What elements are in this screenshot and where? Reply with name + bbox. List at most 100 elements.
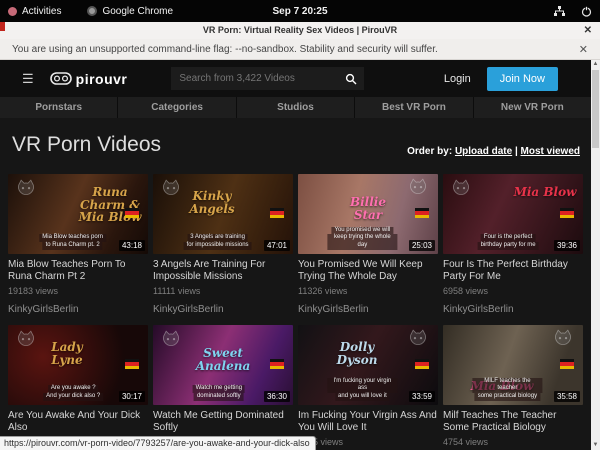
video-title-link[interactable]: Mia Blow Teaches Porn To Runa Charm Pt 2: [8, 259, 148, 282]
system-top-bar: Activities Google Chrome Sep 7 20:25: [0, 0, 600, 22]
caption-line-2: some practical biology: [475, 393, 540, 401]
red-corner-artifact: [0, 22, 5, 31]
activities-button[interactable]: Activities: [8, 6, 61, 17]
scroll-down-icon[interactable]: ▼: [591, 441, 600, 450]
caption-line-1: Are you awake ?: [48, 385, 99, 393]
window-close-icon[interactable]: ✕: [584, 22, 592, 39]
german-flag-icon: [560, 359, 574, 369]
nav-item-studios[interactable]: Studios: [237, 97, 354, 118]
video-views: 11111 views: [153, 286, 293, 296]
infobar-close-icon[interactable]: ✕: [579, 43, 588, 56]
german-flag-icon: [125, 359, 139, 369]
site-logo[interactable]: pirouvr: [50, 71, 128, 87]
video-title-link[interactable]: You Promised We Will Keep Trying The Who…: [298, 259, 438, 282]
caption-line-2: birthday party for me: [478, 242, 539, 250]
german-flag-icon: [560, 208, 574, 218]
infobar-message: You are using an unsupported command-lin…: [12, 44, 438, 55]
caption-line-2: to Runa Charm pt. 2: [43, 242, 103, 250]
video-thumbnail[interactable]: Dolly Dyson I'm fucking your virgin ass …: [298, 325, 438, 405]
duration-badge: 30:17: [119, 391, 145, 402]
order-separator: |: [512, 146, 520, 157]
unsupported-flag-infobar: You are using an unsupported command-lin…: [0, 39, 600, 60]
video-channel-link[interactable]: KinkyGirlsBerlin: [298, 304, 438, 315]
app-menu-button[interactable]: Google Chrome: [87, 6, 173, 17]
video-card[interactable]: Mia Blow Four is the perfect birthday pa…: [443, 174, 583, 315]
video-title-link[interactable]: Four Is The Perfect Birthday Party For M…: [443, 259, 583, 282]
video-card[interactable]: Billie Star You promised we will keep tr…: [298, 174, 438, 315]
thumbnail-overlay-name: Runa Charm & Mia Blow: [77, 186, 143, 224]
video-channel-link[interactable]: KinkyGirlsBerlin: [443, 304, 583, 315]
network-icon[interactable]: [554, 6, 565, 17]
browser-viewport: ☰ pirouvr Login Join Now Pornstars Categ…: [0, 60, 600, 450]
video-thumbnail[interactable]: Mia Blow MILF teaches the teacher some p…: [443, 325, 583, 405]
thumbnail-overlay-name: Mia Blow: [512, 186, 578, 199]
search-input[interactable]: [171, 67, 337, 90]
video-thumbnail[interactable]: Mia Blow Four is the perfect birthday pa…: [443, 174, 583, 254]
duration-badge: 43:18: [119, 240, 145, 251]
duration-badge: 33:59: [409, 391, 435, 402]
page-head: VR Porn Videos Order by: Upload date | M…: [0, 118, 600, 157]
page-title: VR Porn Videos: [12, 133, 161, 157]
search-bar: [171, 67, 364, 90]
login-link[interactable]: Login: [444, 73, 471, 85]
video-thumbnail[interactable]: Lady Lyne Are you awake ? And your dick …: [8, 325, 148, 405]
cat-mask-icon: [451, 179, 471, 196]
power-icon[interactable]: [581, 6, 592, 17]
video-card[interactable]: Kinky Angels 3 Angels are training for i…: [153, 174, 293, 315]
vr-goggles-icon: [50, 72, 72, 85]
thumbnail-overlay-name: Sweet Analena: [190, 347, 256, 372]
scrollbar[interactable]: ▲ ▼: [591, 60, 600, 450]
nav-item-best-vr[interactable]: Best VR Porn: [355, 97, 472, 118]
caption-line-1: I'm fucking your virgin ass: [327, 378, 397, 394]
caption-line-1: Watch me getting: [193, 385, 245, 393]
order-most-viewed-link[interactable]: Most viewed: [521, 146, 580, 157]
thumbnail-caption: Mia Blow teaches porn to Runa Charm pt. …: [39, 234, 106, 250]
duration-badge: 35:58: [554, 391, 580, 402]
scrollbar-thumb[interactable]: [592, 70, 599, 148]
join-now-button[interactable]: Join Now: [487, 67, 558, 91]
thumbnail-caption: You promised we will keep trying the who…: [327, 227, 397, 250]
order-by: Order by: Upload date | Most viewed: [407, 146, 580, 157]
search-button[interactable]: [337, 67, 364, 90]
video-views: 19183 views: [8, 286, 148, 296]
video-title-link[interactable]: Are You Awake And Your Dick Also: [8, 410, 148, 433]
video-card[interactable]: Mia Blow MILF teaches the teacher some p…: [443, 325, 583, 450]
duration-badge: 47:01: [264, 240, 290, 251]
caption-line-1: Mia Blow teaches porn: [39, 234, 106, 242]
video-views: 8795 views: [298, 437, 438, 447]
video-title-link[interactable]: Watch Me Getting Dominated Softly: [153, 410, 293, 433]
cat-mask-icon: [161, 330, 181, 347]
video-channel-link[interactable]: KinkyGirlsBerlin: [153, 304, 293, 315]
video-card[interactable]: Lady Lyne Are you awake ? And your dick …: [8, 325, 148, 450]
german-flag-icon: [415, 208, 429, 218]
search-icon: [345, 73, 357, 85]
video-title-link[interactable]: Milf Teaches The Teacher Some Practical …: [443, 410, 583, 433]
nav-item-new-vr[interactable]: New VR Porn: [474, 97, 591, 118]
thumbnail-caption: MILF teaches the teacher some practical …: [472, 378, 542, 401]
clock[interactable]: Sep 7 20:25: [272, 6, 327, 17]
nav-item-pornstars[interactable]: Pornstars: [0, 97, 117, 118]
video-card[interactable]: Runa Charm & Mia Blow Mia Blow teaches p…: [8, 174, 148, 315]
video-thumbnail[interactable]: Kinky Angels 3 Angels are training for i…: [153, 174, 293, 254]
order-upload-date-link[interactable]: Upload date: [455, 146, 512, 157]
hamburger-icon[interactable]: ☰: [22, 71, 34, 87]
thumbnail-caption: I'm fucking your virgin ass and you will…: [327, 378, 397, 401]
nav-item-categories[interactable]: Categories: [118, 97, 235, 118]
chrome-icon: [87, 6, 97, 16]
caption-line-1: MILF teaches the teacher: [472, 378, 542, 394]
video-thumbnail[interactable]: Sweet Analena Watch me getting dominated…: [153, 325, 293, 405]
caption-line-2: and you will love it: [335, 393, 390, 401]
thumbnail-overlay-name: Kinky Angels: [179, 190, 245, 215]
video-card[interactable]: Dolly Dyson I'm fucking your virgin ass …: [298, 325, 438, 450]
video-channel-link[interactable]: KinkyGirlsBerlin: [8, 304, 148, 315]
video-title-link[interactable]: Im Fucking Your Virgin Ass And You Will …: [298, 410, 438, 433]
video-card[interactable]: Sweet Analena Watch me getting dominated…: [153, 325, 293, 450]
video-thumbnail[interactable]: Runa Charm & Mia Blow Mia Blow teaches p…: [8, 174, 148, 254]
app-menu-label: Google Chrome: [102, 6, 173, 17]
video-title-link[interactable]: 3 Angels Are Training For Impossible Mis…: [153, 259, 293, 282]
cat-mask-icon: [408, 178, 428, 195]
thumbnail-overlay-name: Billie Star: [335, 196, 401, 221]
video-thumbnail[interactable]: Billie Star You promised we will keep tr…: [298, 174, 438, 254]
main-nav: Pornstars Categories Studios Best VR Por…: [0, 97, 591, 118]
scroll-up-icon[interactable]: ▲: [591, 60, 600, 69]
